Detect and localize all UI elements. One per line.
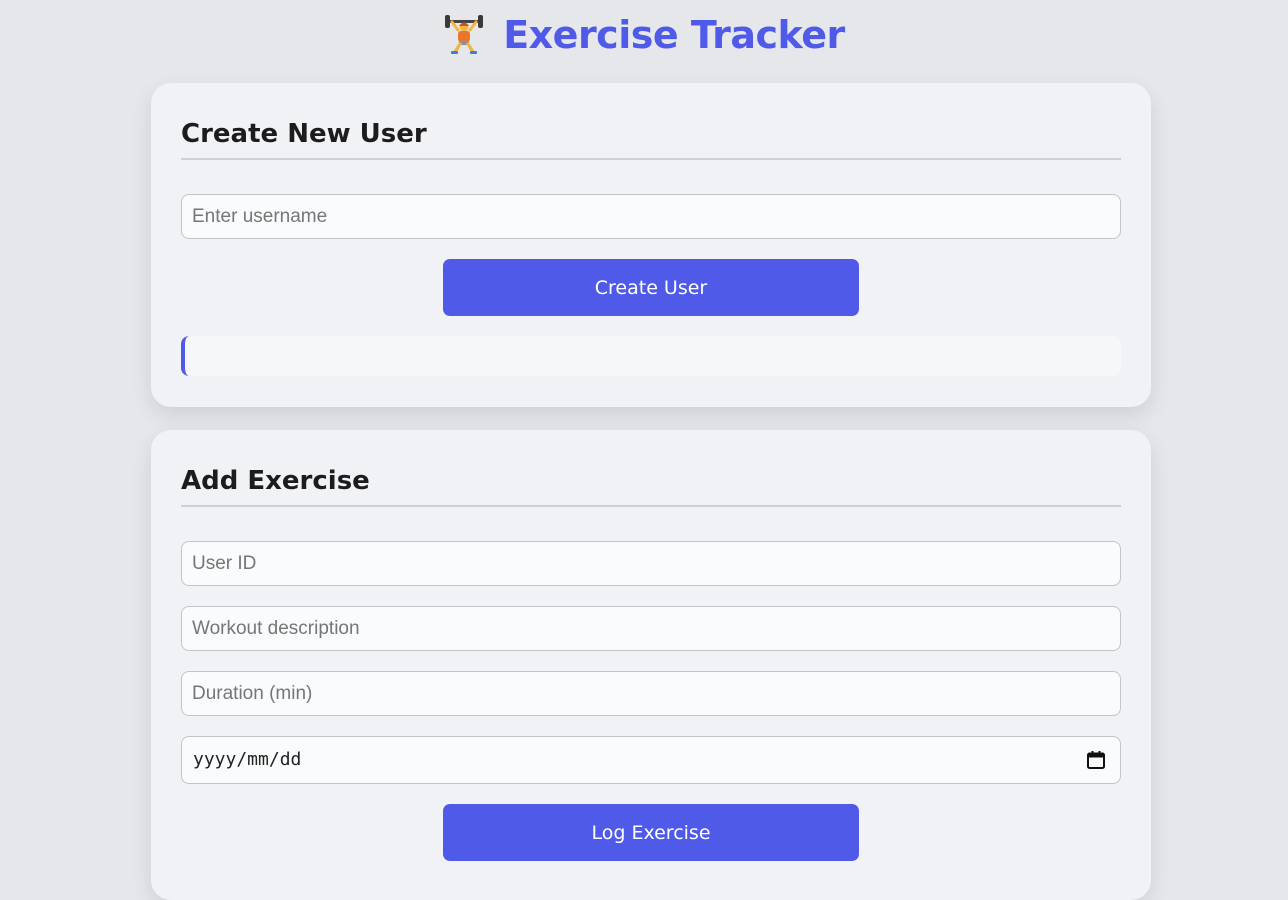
duration-input[interactable] (181, 671, 1121, 716)
app-header: Exercise Tracker (0, 10, 1288, 60)
calendar-icon[interactable] (1086, 750, 1106, 770)
create-user-result (181, 336, 1121, 376)
username-input[interactable] (181, 194, 1121, 239)
weightlifter-icon (445, 15, 484, 54)
app-title: Exercise Tracker (503, 13, 845, 57)
date-input[interactable]: yyyy/mm/dd (181, 736, 1121, 784)
user-id-input[interactable] (181, 541, 1121, 586)
add-exercise-card: Add Exercise yyyy/mm/dd Log Exercise (151, 430, 1151, 900)
add-exercise-heading: Add Exercise (181, 430, 1121, 507)
date-placeholder: yyyy/mm/dd (193, 749, 302, 770)
create-user-button[interactable]: Create User (443, 259, 859, 316)
create-user-card: Create New User Create User (151, 83, 1151, 407)
description-input[interactable] (181, 606, 1121, 651)
create-user-heading: Create New User (181, 83, 1121, 160)
log-exercise-button[interactable]: Log Exercise (443, 804, 859, 861)
